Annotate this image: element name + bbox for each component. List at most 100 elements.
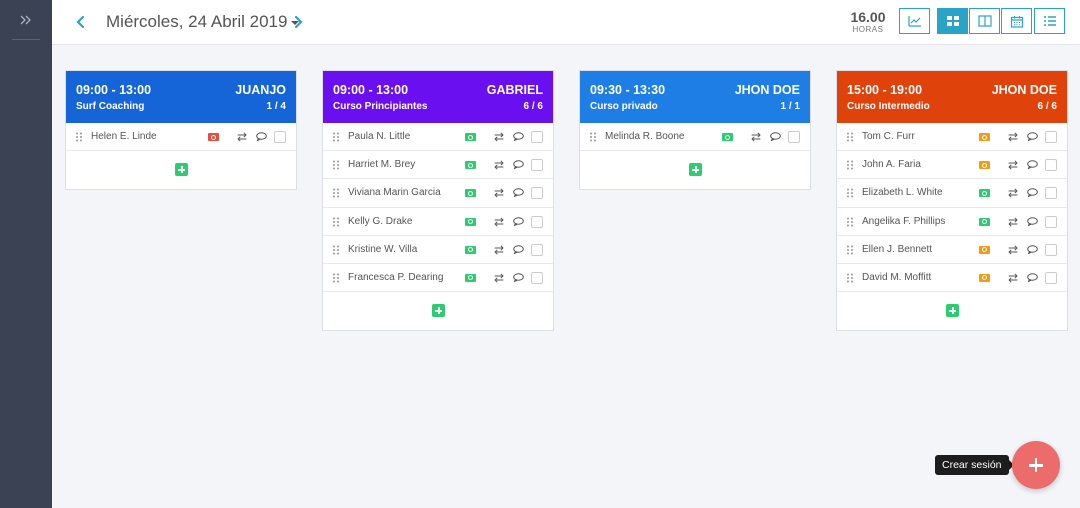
student-row[interactable]: Harriet M. Brey ⇄ — [323, 151, 553, 180]
comment-icon[interactable] — [770, 132, 781, 142]
student-row[interactable]: Melinda R. Boone ⇄ — [580, 123, 810, 152]
transfer-icon[interactable]: ⇄ — [494, 130, 504, 144]
comment-icon[interactable] — [513, 216, 524, 227]
stats-view-button[interactable] — [899, 8, 930, 34]
grid-view-button[interactable] — [937, 8, 968, 34]
drag-handle-icon[interactable] — [333, 273, 339, 283]
transfer-icon[interactable]: ⇄ — [1008, 271, 1018, 285]
select-checkbox[interactable] — [531, 243, 543, 256]
previous-day-icon[interactable] — [72, 11, 90, 33]
transfer-icon[interactable]: ⇄ — [751, 130, 761, 144]
drag-handle-icon[interactable] — [847, 217, 853, 227]
transfer-icon[interactable]: ⇄ — [494, 243, 504, 257]
payment-status-icon[interactable] — [979, 245, 990, 254]
add-student-button[interactable] — [175, 163, 188, 177]
select-checkbox[interactable] — [1045, 243, 1057, 256]
drag-handle-icon[interactable] — [333, 217, 339, 227]
select-checkbox[interactable] — [531, 271, 543, 284]
transfer-icon[interactable]: ⇄ — [1008, 186, 1018, 200]
comment-icon[interactable] — [1027, 245, 1038, 255]
select-checkbox[interactable] — [531, 187, 543, 200]
comment-icon[interactable] — [1027, 132, 1038, 142]
session-header[interactable]: 15:00 - 19:00 JHON DOE Curso Intermedio 6 /… — [837, 71, 1067, 123]
expand-sidebar-icon[interactable] — [0, 8, 52, 32]
date-selector[interactable]: Miércoles, 24 Abril 2019 — [106, 12, 300, 32]
drag-handle-icon[interactable] — [76, 132, 82, 142]
student-row[interactable]: John A. Faria ⇄ — [837, 151, 1067, 180]
drag-handle-icon[interactable] — [847, 132, 853, 142]
columns-view-button[interactable] — [969, 8, 1000, 34]
transfer-icon[interactable]: ⇄ — [1008, 215, 1018, 229]
select-checkbox[interactable] — [531, 131, 543, 143]
transfer-icon[interactable]: ⇄ — [237, 130, 247, 144]
comment-icon[interactable] — [513, 160, 524, 170]
list-view-button[interactable] — [1034, 8, 1065, 34]
payment-status-icon[interactable] — [979, 161, 990, 170]
comment-icon[interactable] — [256, 132, 267, 142]
student-row[interactable]: Ellen J. Bennett ⇄ — [837, 236, 1067, 264]
student-row[interactable]: Kristine W. Villa ⇄ — [323, 236, 553, 264]
select-checkbox[interactable] — [788, 131, 800, 143]
drag-handle-icon[interactable] — [333, 160, 339, 170]
create-session-button[interactable] — [1012, 441, 1060, 489]
select-checkbox[interactable] — [1045, 159, 1057, 172]
comment-icon[interactable] — [513, 188, 524, 198]
select-checkbox[interactable] — [1045, 215, 1057, 228]
payment-status-icon[interactable] — [465, 133, 476, 141]
transfer-icon[interactable]: ⇄ — [494, 186, 504, 200]
transfer-icon[interactable]: ⇄ — [494, 271, 504, 285]
comment-icon[interactable] — [1027, 216, 1038, 227]
comment-icon[interactable] — [513, 245, 524, 255]
payment-status-icon[interactable] — [465, 217, 476, 226]
select-checkbox[interactable] — [1045, 131, 1057, 143]
payment-status-icon[interactable] — [979, 189, 990, 198]
payment-status-icon[interactable] — [465, 189, 476, 198]
student-row[interactable]: Viviana Marin Garcia ⇄ — [323, 179, 553, 208]
add-student-button[interactable] — [946, 304, 959, 318]
session-header[interactable]: 09:30 - 13:30 JHON DOE Curso privado 1 / 1 — [580, 71, 810, 123]
select-checkbox[interactable] — [531, 215, 543, 228]
drag-handle-icon[interactable] — [333, 245, 339, 255]
student-row[interactable]: Kelly G. Drake ⇄ — [323, 208, 553, 236]
select-checkbox[interactable] — [531, 159, 543, 172]
drag-handle-icon[interactable] — [847, 273, 853, 283]
transfer-icon[interactable]: ⇄ — [494, 158, 504, 172]
comment-icon[interactable] — [513, 132, 524, 142]
student-row[interactable]: Elizabeth L. White ⇄ — [837, 179, 1067, 208]
payment-status-icon[interactable] — [722, 133, 733, 141]
transfer-icon[interactable]: ⇄ — [1008, 243, 1018, 257]
session-header[interactable]: 09:00 - 13:00 GABRIEL Curso Principiantes 6… — [323, 71, 553, 123]
student-row[interactable]: Helen E. Linde ⇄ — [66, 123, 296, 152]
select-checkbox[interactable] — [1045, 187, 1057, 200]
student-row[interactable]: Tom C. Furr ⇄ — [837, 123, 1067, 152]
select-checkbox[interactable] — [274, 131, 286, 143]
payment-status-icon[interactable] — [979, 273, 990, 282]
payment-status-icon[interactable] — [465, 161, 476, 170]
payment-status-icon[interactable] — [979, 217, 990, 226]
session-header[interactable]: 09:00 - 13:00 JUANJO Surf Coaching 1 / 4 — [66, 71, 296, 123]
payment-status-icon[interactable] — [465, 273, 476, 282]
select-checkbox[interactable] — [1045, 271, 1057, 284]
calendar-view-button[interactable] — [1001, 8, 1032, 34]
comment-icon[interactable] — [1027, 188, 1038, 198]
comment-icon[interactable] — [513, 273, 524, 283]
next-day-icon[interactable] — [289, 11, 307, 33]
student-row[interactable]: Francesca P. Dearing ⇄ — [323, 264, 553, 293]
add-student-button[interactable] — [689, 163, 702, 177]
drag-handle-icon[interactable] — [847, 188, 853, 198]
drag-handle-icon[interactable] — [333, 188, 339, 198]
student-row[interactable]: David M. Moffitt ⇄ — [837, 264, 1067, 293]
drag-handle-icon[interactable] — [333, 132, 339, 142]
payment-status-icon[interactable] — [465, 245, 476, 254]
transfer-icon[interactable]: ⇄ — [1008, 130, 1018, 144]
transfer-icon[interactable]: ⇄ — [1008, 158, 1018, 172]
transfer-icon[interactable]: ⇄ — [494, 215, 504, 229]
student-row[interactable]: Angelika F. Phillips ⇄ — [837, 208, 1067, 236]
comment-icon[interactable] — [1027, 273, 1038, 283]
drag-handle-icon[interactable] — [590, 132, 596, 142]
payment-status-icon[interactable] — [208, 133, 219, 141]
add-student-button[interactable] — [432, 304, 445, 318]
payment-status-icon[interactable] — [979, 133, 990, 141]
student-row[interactable]: Paula N. Little ⇄ — [323, 123, 553, 152]
drag-handle-icon[interactable] — [847, 245, 853, 255]
